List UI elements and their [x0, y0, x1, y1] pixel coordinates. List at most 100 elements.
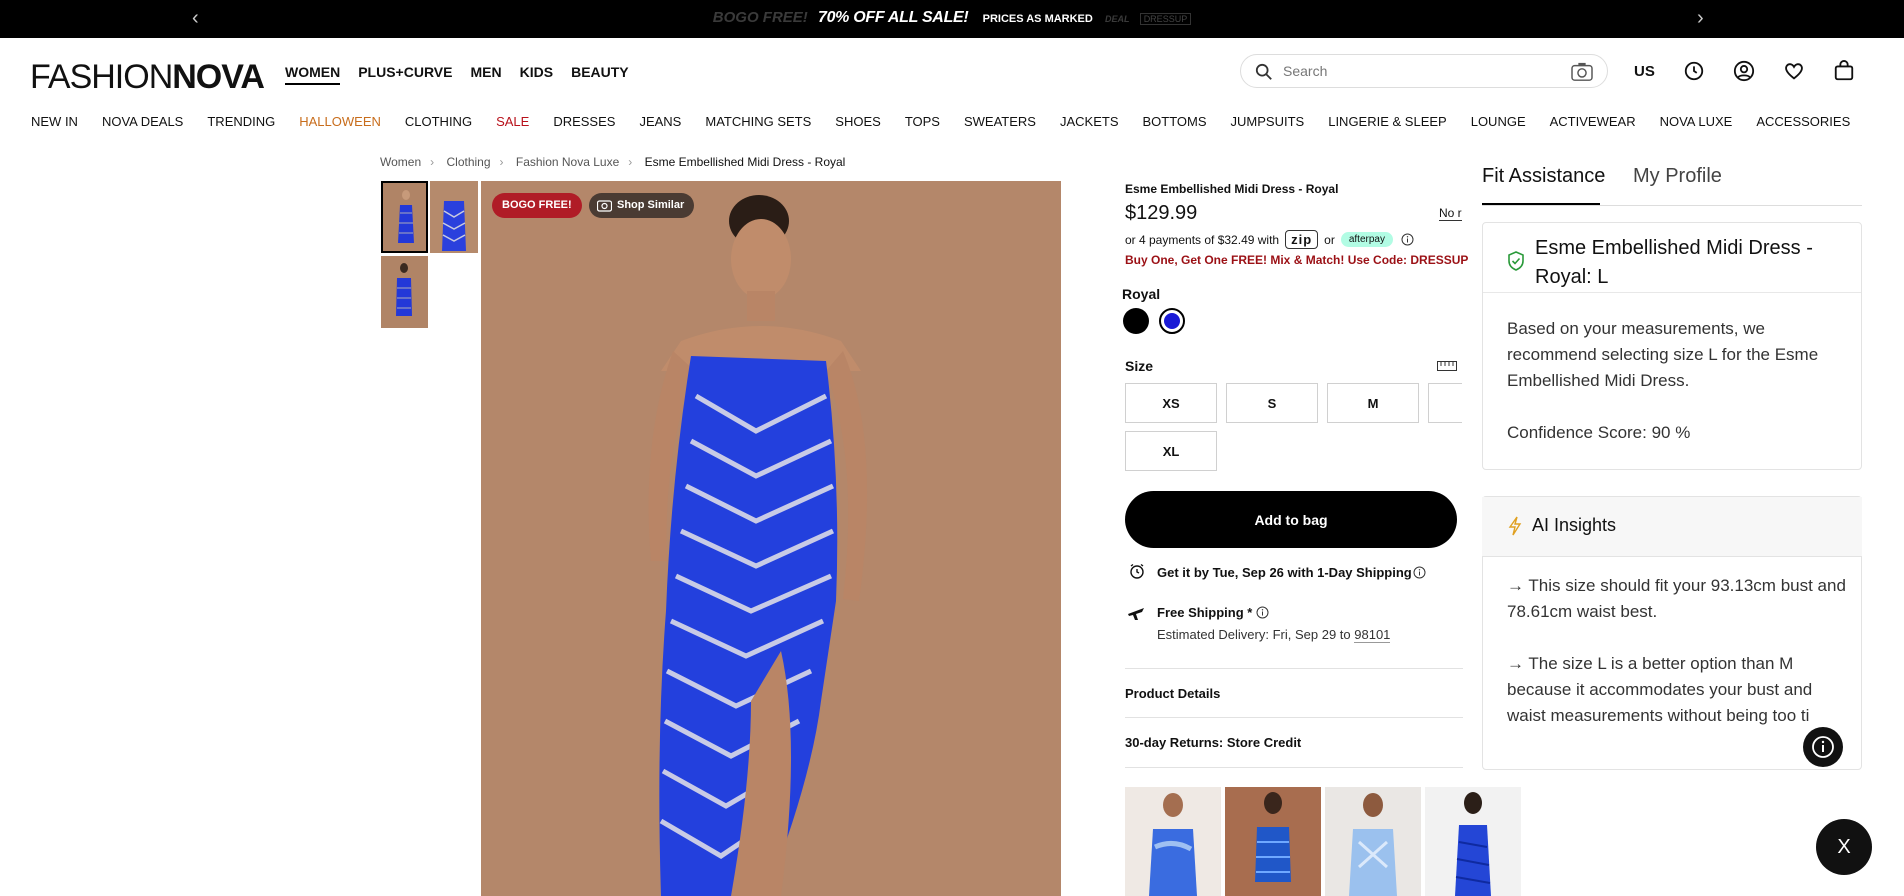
color-swatch-royal[interactable] [1159, 308, 1185, 334]
product-thumbnail-1[interactable] [381, 181, 428, 253]
no-returns-link[interactable]: No r [1439, 206, 1462, 221]
tab-fit-assistance[interactable]: Fit Assistance [1482, 165, 1605, 188]
camera-icon [597, 200, 612, 212]
cat-jackets[interactable]: JACKETS [1060, 114, 1119, 129]
main-product-image[interactable] [481, 181, 1061, 896]
color-swatch-black[interactable] [1123, 308, 1149, 334]
tabs-divider [1482, 205, 1862, 206]
dress-photo-thumb [381, 256, 428, 328]
logo-light-text: FASHION [30, 58, 173, 96]
promo-faded-left: BOGO FREE! [712, 9, 808, 26]
cat-new-in[interactable]: NEW IN [31, 114, 78, 129]
account-icon[interactable] [1733, 60, 1755, 82]
category-nav: NEW IN NOVA DEALS TRENDING HALLOWEEN CLO… [31, 114, 1874, 129]
region-selector[interactable]: US [1634, 63, 1655, 80]
related-product-2[interactable] [1225, 787, 1321, 896]
add-to-bag-button[interactable]: Add to bag [1125, 491, 1457, 548]
info-icon[interactable] [1256, 606, 1269, 619]
zip-logo[interactable]: zip [1285, 230, 1319, 249]
logo-bold-text: NOVA [172, 58, 265, 96]
related-product-4[interactable] [1425, 787, 1521, 896]
promo-text: BOGO FREE! 70% OFF ALL SALE! PRICES AS M… [0, 9, 1904, 27]
installments-row: or 4 payments of $32.49 with zip or afte… [1125, 230, 1414, 249]
size-xl-button[interactable]: XL [1125, 431, 1217, 471]
info-icon[interactable] [1401, 233, 1414, 246]
cat-halloween[interactable]: HALLOWEEN [299, 114, 381, 129]
cat-lingerie-sleep[interactable]: LINGERIE & SLEEP [1328, 114, 1447, 129]
alarm-clock-icon [1130, 563, 1144, 579]
cat-bottoms[interactable]: BOTTOMS [1143, 114, 1207, 129]
nav-kids[interactable]: KIDS [520, 64, 553, 85]
close-fit-panel-button[interactable]: X [1816, 819, 1872, 875]
estimated-delivery-text: Estimated Delivery: Fri, Sep 29 to [1157, 627, 1355, 642]
search-bar[interactable]: Search [1240, 54, 1608, 88]
product-title: Esme Embellished Midi Dress - Royal [1125, 182, 1339, 196]
fast-delivery-text: Get it by Tue, Sep 26 with 1-Day Shippin… [1157, 565, 1412, 580]
cat-jeans[interactable]: JEANS [639, 114, 681, 129]
product-thumbnail-2[interactable] [430, 181, 478, 253]
shop-similar-button[interactable]: Shop Similar [589, 193, 695, 218]
installments-text: or 4 payments of $32.49 with [1125, 232, 1280, 247]
cat-matching-sets[interactable]: MATCHING SETS [705, 114, 811, 129]
tab-my-profile[interactable]: My Profile [1633, 165, 1722, 188]
promo-bar: ‹ BOGO FREE! 70% OFF ALL SALE! PRICES AS… [0, 0, 1904, 38]
cat-sale[interactable]: SALE [496, 114, 529, 129]
free-shipping-label: Free Shipping * [1157, 605, 1253, 620]
info-button[interactable] [1803, 727, 1843, 767]
nav-men[interactable]: MEN [471, 64, 502, 85]
recommendation-body: Based on your measurements, we recommend… [1507, 316, 1847, 446]
promo-subtext: PRICES AS MARKED [982, 13, 1093, 25]
promo-headline[interactable]: 70% OFF ALL SALE! [818, 9, 969, 26]
cat-nova-luxe[interactable]: NOVA LUXE [1660, 114, 1733, 129]
product-details-toggle[interactable]: Product Details [1125, 686, 1220, 701]
size-guide-ruler-icon[interactable] [1437, 361, 1457, 371]
dress-photo-thumb [383, 183, 426, 251]
cat-shoes[interactable]: SHOES [835, 114, 881, 129]
nav-plus-curve[interactable]: PLUS+CURVE [358, 64, 452, 85]
cat-trending[interactable]: TRENDING [207, 114, 275, 129]
related-product-photo [1325, 787, 1421, 896]
cat-jumpsuits[interactable]: JUMPSUITS [1231, 114, 1305, 129]
wishlist-heart-icon[interactable] [1783, 60, 1805, 82]
returns-toggle[interactable]: 30-day Returns: Store Credit [1125, 735, 1301, 750]
airplane-icon [1128, 608, 1144, 620]
shopping-bag-icon[interactable] [1833, 60, 1855, 82]
cat-accessories[interactable]: ACCESSORIES [1756, 114, 1850, 129]
cat-clothing[interactable]: CLOTHING [405, 114, 472, 129]
search-icon [1255, 63, 1272, 80]
cat-activewear[interactable]: ACTIVEWEAR [1550, 114, 1636, 129]
camera-search-icon[interactable] [1571, 62, 1593, 82]
dress-model-photo [481, 181, 1061, 896]
cat-lounge[interactable]: LOUNGE [1471, 114, 1526, 129]
related-product-photo [1125, 787, 1221, 896]
breadcrumb-clothing[interactable]: Clothing [446, 155, 490, 169]
or-text: or [1324, 232, 1335, 247]
size-m-button[interactable]: M [1327, 383, 1419, 423]
afterpay-logo[interactable]: afterpay [1340, 232, 1393, 247]
breadcrumb-fashion-nova-luxe[interactable]: Fashion Nova Luxe [516, 155, 619, 169]
related-product-3[interactable] [1325, 787, 1421, 896]
nav-beauty[interactable]: BEAUTY [571, 64, 629, 85]
fashion-nova-logo[interactable]: FASHIONNOVA [30, 58, 265, 97]
zip-code-link[interactable]: 98101 [1354, 627, 1391, 643]
recommendation-title: Esme Embellished Midi Dress - Royal: L [1535, 237, 1813, 288]
size-xs-button[interactable]: XS [1125, 383, 1217, 423]
cat-nova-deals[interactable]: NOVA DEALS [102, 114, 183, 129]
product-price: $129.99 [1125, 202, 1198, 224]
history-icon[interactable] [1683, 60, 1705, 82]
cat-tops[interactable]: TOPS [905, 114, 940, 129]
size-s-button[interactable]: S [1226, 383, 1318, 423]
cat-sweaters[interactable]: SWEATERS [964, 114, 1036, 129]
size-l-button[interactable]: L [1428, 383, 1462, 423]
breadcrumb-women[interactable]: Women [380, 155, 421, 169]
search-placeholder[interactable]: Search [1283, 63, 1327, 79]
info-icon[interactable] [1413, 566, 1426, 579]
estimated-delivery: Estimated Delivery: Fri, Sep 29 to 98101 [1157, 627, 1391, 643]
product-thumbnail-3[interactable] [381, 256, 428, 328]
cat-dresses[interactable]: DRESSES [553, 114, 615, 129]
breadcrumb: Women › Clothing › Fashion Nova Luxe › Esme… [380, 155, 846, 169]
insight-item: → The size L is a better option than M b… [1507, 654, 1813, 725]
nav-women[interactable]: WOMEN [285, 64, 341, 85]
related-product-1[interactable] [1125, 787, 1221, 896]
promo-next-arrow[interactable]: › [1697, 7, 1704, 30]
